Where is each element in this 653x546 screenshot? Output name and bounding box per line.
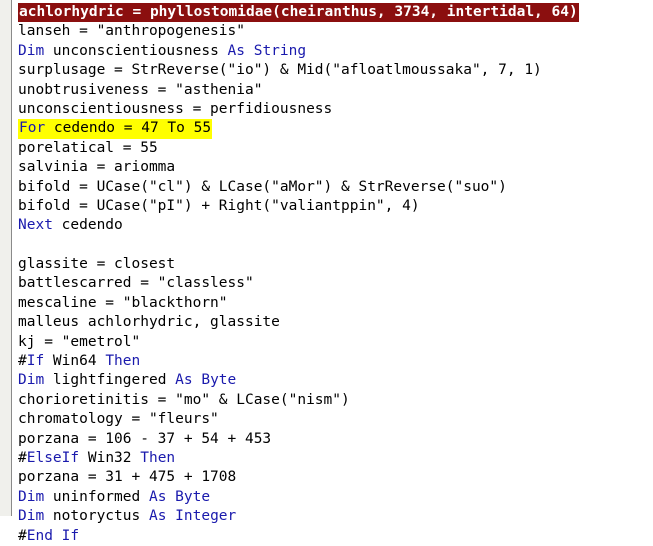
code-line-blank[interactable] [18, 236, 653, 255]
code-token-text: unconscientiousness [44, 42, 228, 59]
code-line[interactable]: Next cedendo [18, 216, 653, 235]
code-token-text: battlescarred = "classless" [18, 275, 254, 292]
code-token-text: # [18, 353, 27, 370]
code-token-text: kj = "emetrol" [18, 333, 141, 350]
code-token-text: # [18, 527, 27, 544]
code-token-text: 55 [184, 120, 212, 137]
code-line[interactable]: Dim lightfingered As Byte [18, 371, 653, 390]
code-line[interactable]: porelatical = 55 [18, 139, 653, 158]
code-token-text: unconscientiousness = perfidiousness [18, 100, 333, 117]
code-text-area[interactable]: achlorhydric = phyllostomidae(cheiranthu… [13, 0, 653, 546]
code-line[interactable]: mescaline = "blackthorn" [18, 294, 653, 313]
code-token-text: Win64 [44, 353, 106, 370]
code-line[interactable]: porzana = 31 + 475 + 1708 [18, 468, 653, 487]
code-token-text: chromatology = "fleurs" [18, 411, 219, 428]
code-line[interactable]: bifold = UCase("pI") + Right("valiantppi… [18, 197, 653, 216]
code-line[interactable]: unobtrusiveness = "asthenia" [18, 81, 653, 100]
code-token-keyword: If [26, 353, 45, 370]
code-token-text: porzana = 31 + 475 + 1708 [18, 469, 237, 486]
code-token-text: lanseh = "anthropogenesis" [18, 23, 245, 40]
code-token-text: cedendo = 47 [45, 120, 168, 137]
code-token-text: porelatical = 55 [18, 139, 158, 156]
code-token-text: salvinia = ariomma [18, 159, 176, 176]
code-token-keyword: As Byte [175, 372, 237, 389]
line-highlight-error: achlorhydric = phyllostomidae(cheiranthu… [18, 3, 579, 23]
code-token-text: lightfingered [44, 372, 176, 389]
code-line[interactable]: Dim notoryctus As Integer [18, 507, 653, 526]
code-line[interactable]: chorioretinitis = "mo" & LCase("nism") [18, 391, 653, 410]
code-token-text: bifold = UCase("pI") + Right("valiantppi… [18, 197, 420, 214]
code-token-text: achlorhydric = phyllostomidae(cheiranthu… [19, 4, 578, 20]
code-line[interactable]: Dim unconscientiousness As String [18, 42, 653, 61]
code-line[interactable]: malleus achlorhydric, glassite [18, 313, 653, 332]
code-line[interactable]: salvinia = ariomma [18, 158, 653, 177]
code-token-keyword: ElseIf [26, 449, 80, 466]
code-line[interactable]: chromatology = "fleurs" [18, 410, 653, 429]
code-token-keyword: Next [18, 217, 53, 234]
code-token-keyword: Dim [18, 488, 45, 505]
code-line[interactable]: lanseh = "anthropogenesis" [18, 22, 653, 41]
code-token-text: # [18, 449, 27, 466]
code-line[interactable]: unconscientiousness = perfidiousness [18, 100, 653, 119]
code-token-text: To [167, 120, 185, 137]
code-token-keyword: As Integer [148, 508, 237, 525]
code-line[interactable]: achlorhydric = phyllostomidae(cheiranthu… [18, 3, 653, 23]
code-line[interactable]: bifold = UCase("cl") & LCase("aMor") & S… [18, 178, 653, 197]
code-token-keyword: Dim [18, 372, 45, 389]
code-token-keyword: As String [227, 42, 307, 59]
code-line[interactable]: surplusage = StrReverse("io") & Mid("afl… [18, 61, 653, 80]
code-line[interactable]: For cedendo = 47 To 55 [18, 119, 653, 139]
code-line[interactable]: Dim uninformed As Byte [18, 488, 653, 507]
code-token-text: mescaline = "blackthorn" [18, 294, 228, 311]
code-token-keyword: Then [140, 449, 176, 466]
code-token-text: bifold = UCase("cl") & LCase("aMor") & S… [18, 178, 507, 195]
code-token-text: surplusage = StrReverse("io") & Mid("afl… [18, 62, 542, 79]
code-line[interactable]: porzana = 106 - 37 + 54 + 453 [18, 430, 653, 449]
code-token-keyword: As Byte [148, 488, 211, 505]
code-token-keyword: Dim [18, 508, 45, 525]
editor-margin-indicator-bar[interactable] [0, 0, 12, 516]
code-line[interactable]: battlescarred = "classless" [18, 274, 653, 293]
code-line[interactable]: kj = "emetrol" [18, 333, 653, 352]
code-token-keyword: End If [26, 527, 80, 544]
code-token-text: Win32 [79, 449, 141, 466]
code-token-text: malleus achlorhydric, glassite [18, 314, 280, 331]
code-token-text: cedendo [52, 217, 123, 234]
code-line[interactable]: #End If [18, 527, 653, 546]
code-line[interactable]: glassite = closest [18, 255, 653, 274]
code-line[interactable]: #ElseIf Win32 Then [18, 449, 653, 468]
code-token-keyword: Then [105, 353, 141, 370]
code-token-text: glassite = closest [18, 256, 176, 273]
code-token-text: chorioretinitis = "mo" & LCase("nism") [18, 391, 350, 408]
code-line[interactable]: #If Win64 Then [18, 352, 653, 371]
code-token-keyword: For [19, 120, 46, 137]
code-token-text: notoryctus [44, 508, 149, 525]
line-highlight-current: For cedendo = 47 To 55 [18, 119, 213, 139]
code-token-text: porzana = 106 - 37 + 54 + 453 [18, 430, 272, 447]
code-token-keyword: Dim [18, 42, 45, 59]
code-token-text: unobtrusiveness = "asthenia" [18, 81, 263, 98]
code-editor-pane[interactable]: achlorhydric = phyllostomidae(cheiranthu… [0, 0, 653, 544]
code-token-text: uninformed [44, 488, 149, 505]
